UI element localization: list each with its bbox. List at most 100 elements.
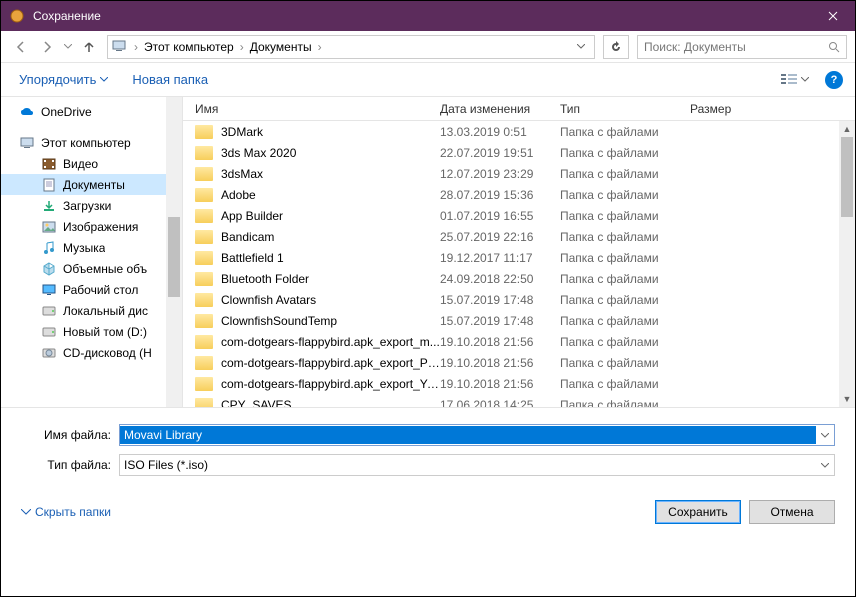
folder-icon xyxy=(195,398,213,408)
sidebar-item-0[interactable]: Видео xyxy=(1,153,182,174)
sidebar-item-5[interactable]: Объемные объ xyxy=(1,258,182,279)
app-icon xyxy=(9,8,25,24)
folder-icon xyxy=(195,251,213,265)
crumb-thispc[interactable]: Этот компьютер xyxy=(140,38,238,56)
folder-icon xyxy=(195,230,213,244)
chevron-right-icon: › xyxy=(316,40,324,54)
image-icon xyxy=(41,219,57,235)
pc-icon xyxy=(19,135,35,151)
scroll-up-icon[interactable]: ▲ xyxy=(839,121,855,137)
chevron-down-icon xyxy=(100,77,108,82)
file-row[interactable]: ClownfishSoundTemp15.07.2019 17:48Папка … xyxy=(183,310,855,331)
filelist-scrollbar[interactable]: ▲ ▼ xyxy=(839,121,855,407)
file-row[interactable]: 3DMark13.03.2019 0:51Папка с файлами xyxy=(183,121,855,142)
back-button[interactable] xyxy=(9,35,33,59)
cd-icon xyxy=(41,345,57,361)
filetype-dropdown[interactable] xyxy=(816,463,834,468)
refresh-button[interactable] xyxy=(603,35,629,59)
close-button[interactable] xyxy=(810,1,855,31)
file-row[interactable]: CPY_SAVES17.06.2018 14:25Папка с файлами xyxy=(183,394,855,407)
breadcrumb[interactable]: › Этот компьютер › Документы › xyxy=(107,35,595,59)
file-list: Имя Дата изменения Тип Размер 3DMark13.0… xyxy=(183,97,855,407)
cancel-button[interactable]: Отмена xyxy=(749,500,835,524)
folder-icon xyxy=(195,293,213,307)
filetype-select[interactable]: ISO Files (*.iso) xyxy=(119,454,835,476)
chevron-right-icon: › xyxy=(132,40,140,54)
newfolder-button[interactable]: Новая папка xyxy=(132,72,208,87)
filetype-label: Тип файла: xyxy=(21,458,119,472)
folder-icon xyxy=(195,272,213,286)
file-row[interactable]: Battlefield 119.12.2017 11:17Папка с фай… xyxy=(183,247,855,268)
crumb-documents[interactable]: Документы xyxy=(246,38,316,56)
file-row[interactable]: Bandicam25.07.2019 22:16Папка с файлами xyxy=(183,226,855,247)
up-button[interactable] xyxy=(77,35,101,59)
file-row[interactable]: 3dsMax12.07.2019 23:29Папка с файлами xyxy=(183,163,855,184)
disk-icon xyxy=(41,324,57,340)
filename-dropdown[interactable] xyxy=(816,433,834,438)
download-icon xyxy=(41,198,57,214)
sidebar-item-6[interactable]: Рабочий стол xyxy=(1,279,182,300)
file-row[interactable]: com-dotgears-flappybird.apk_export_Ya...… xyxy=(183,373,855,394)
folder-icon xyxy=(195,314,213,328)
file-row[interactable]: com-dotgears-flappybird.apk_export_m...1… xyxy=(183,331,855,352)
desktop-icon xyxy=(41,282,57,298)
bottom-bar: Скрыть папки Сохранить Отмена xyxy=(1,494,855,538)
col-size[interactable]: Размер xyxy=(690,102,760,116)
folder-icon xyxy=(195,167,213,181)
filename-input[interactable]: Movavi Library xyxy=(119,424,835,446)
file-row[interactable]: Adobe28.07.2019 15:36Папка с файлами xyxy=(183,184,855,205)
file-row[interactable]: com-dotgears-flappybird.apk_export_PK...… xyxy=(183,352,855,373)
nav-bar: › Этот компьютер › Документы › Поиск: До… xyxy=(1,31,855,63)
recent-dropdown[interactable] xyxy=(61,35,75,59)
folder-icon xyxy=(195,125,213,139)
search-placeholder: Поиск: Документы xyxy=(644,40,828,54)
folder-icon xyxy=(195,377,213,391)
cloud-icon xyxy=(19,104,35,120)
titlebar: Сохранение xyxy=(1,1,855,31)
sidebar-scrollbar[interactable] xyxy=(166,97,182,407)
main-area: OneDrive Этот компьютер ВидеоДокументыЗа… xyxy=(1,97,855,407)
forward-button[interactable] xyxy=(35,35,59,59)
chevron-right-icon: › xyxy=(238,40,246,54)
folder-icon xyxy=(195,356,213,370)
sidebar-item-3[interactable]: Изображения xyxy=(1,216,182,237)
form-area: Имя файла: Movavi Library Тип файла: ISO… xyxy=(1,407,855,494)
breadcrumb-dropdown[interactable] xyxy=(572,44,590,49)
hide-folders-button[interactable]: Скрыть папки xyxy=(21,505,111,519)
view-icon xyxy=(781,73,799,87)
sidebar: OneDrive Этот компьютер ВидеоДокументыЗа… xyxy=(1,97,183,407)
disk-icon xyxy=(41,303,57,319)
music-icon xyxy=(41,240,57,256)
sidebar-item-4[interactable]: Музыка xyxy=(1,237,182,258)
folder-icon xyxy=(195,209,213,223)
scroll-down-icon[interactable]: ▼ xyxy=(839,391,855,407)
sidebar-item-2[interactable]: Загрузки xyxy=(1,195,182,216)
col-date[interactable]: Дата изменения xyxy=(440,102,560,116)
video-icon xyxy=(41,156,57,172)
sidebar-item-9[interactable]: CD-дисковод (H xyxy=(1,342,182,363)
sidebar-item-7[interactable]: Локальный дис xyxy=(1,300,182,321)
col-type[interactable]: Тип xyxy=(560,102,690,116)
search-input[interactable]: Поиск: Документы xyxy=(637,35,847,59)
file-row[interactable]: Clownfish Avatars15.07.2019 17:48Папка с… xyxy=(183,289,855,310)
pc-icon xyxy=(112,39,128,55)
toolbar: Упорядочить Новая папка ? xyxy=(1,63,855,97)
column-header: Имя Дата изменения Тип Размер xyxy=(183,97,855,121)
help-button[interactable]: ? xyxy=(825,71,843,89)
view-button[interactable] xyxy=(777,69,813,91)
sidebar-item-1[interactable]: Документы xyxy=(1,174,182,195)
3d-icon xyxy=(41,261,57,277)
folder-icon xyxy=(195,335,213,349)
organize-button[interactable]: Упорядочить xyxy=(13,68,114,91)
col-name[interactable]: Имя xyxy=(195,102,440,116)
folder-icon xyxy=(195,188,213,202)
sidebar-onedrive[interactable]: OneDrive xyxy=(1,101,182,122)
save-button[interactable]: Сохранить xyxy=(655,500,741,524)
filename-label: Имя файла: xyxy=(21,428,119,442)
file-row[interactable]: 3ds Max 202022.07.2019 19:51Папка с файл… xyxy=(183,142,855,163)
file-row[interactable]: Bluetooth Folder24.09.2018 22:50Папка с … xyxy=(183,268,855,289)
sidebar-thispc[interactable]: Этот компьютер xyxy=(1,132,182,153)
sidebar-item-8[interactable]: Новый том (D:) xyxy=(1,321,182,342)
file-row[interactable]: App Builder01.07.2019 16:55Папка с файла… xyxy=(183,205,855,226)
chevron-down-icon xyxy=(21,509,31,515)
